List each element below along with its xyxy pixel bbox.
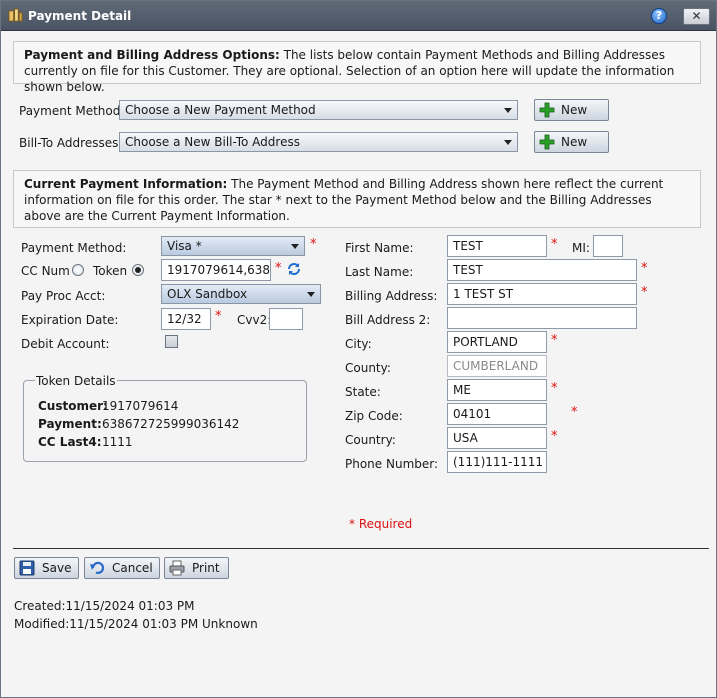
save-button[interactable]: Save <box>14 557 79 579</box>
last-name-field[interactable]: TEST <box>447 259 637 281</box>
bill-address-2-field[interactable] <box>447 307 637 329</box>
debit-checkbox[interactable] <box>165 335 178 348</box>
pay-proc-value: OLX Sandbox <box>167 287 248 301</box>
new-payment-method-button[interactable]: New <box>534 99 609 121</box>
new-bill-to-button[interactable]: New <box>534 131 609 153</box>
required-star: * <box>571 405 578 420</box>
pay-proc-label: Pay Proc Acct: <box>21 289 106 303</box>
expiration-field[interactable]: 12/32 <box>161 308 211 330</box>
cancel-label: Cancel <box>112 561 153 575</box>
required-star: * <box>641 261 648 276</box>
token-field[interactable]: 1917079614,63867 <box>161 259 271 281</box>
chevron-down-icon <box>504 140 512 145</box>
mi-label: MI: <box>572 241 590 255</box>
payment-method-dropdown[interactable]: Visa * <box>161 236 305 256</box>
refresh-icon[interactable] <box>286 261 302 277</box>
options-info-heading: Payment and Billing Address Options: <box>24 48 280 62</box>
city-field[interactable]: PORTLAND <box>447 331 547 353</box>
print-button[interactable]: Print <box>164 557 229 579</box>
billing-address-label: Billing Address: <box>345 289 438 303</box>
close-button[interactable]: ✕ <box>683 8 710 25</box>
token-radio[interactable] <box>132 264 144 276</box>
token-details-legend: Token Details <box>35 374 117 388</box>
phone-field[interactable]: (111)111-1111 <box>447 451 547 473</box>
zip-field[interactable]: 04101 <box>447 403 547 425</box>
billing-address-field[interactable]: 1 TEST ST <box>447 283 637 305</box>
cc-num-label: CC Num <box>21 264 70 278</box>
chevron-down-icon <box>291 244 299 249</box>
cvv-field[interactable] <box>269 308 303 330</box>
cc-last4-value: 1111 <box>102 435 133 449</box>
print-label: Print <box>192 561 220 575</box>
chevron-down-icon <box>504 108 512 113</box>
required-star: * <box>310 237 317 252</box>
pay-proc-dropdown[interactable]: OLX Sandbox <box>161 284 321 304</box>
new-payment-method-label: New <box>561 103 588 117</box>
first-name-label: First Name: <box>345 241 414 255</box>
new-bill-to-label: New <box>561 135 588 149</box>
city-label: City: <box>345 337 372 351</box>
required-star: * <box>551 237 558 252</box>
county-field: CUMBERLAND <box>447 355 547 377</box>
plus-icon <box>539 102 555 118</box>
payment-detail-window: Payment Detail ? ✕ Payment and Billing A… <box>0 0 717 698</box>
customer-label: Customer: <box>38 399 108 413</box>
chevron-down-icon <box>307 292 315 297</box>
payment-method-select[interactable]: Choose a New Payment Method <box>119 100 518 120</box>
required-star: * <box>551 381 558 396</box>
current-info-heading: Current Payment Information: <box>24 177 228 191</box>
printer-icon <box>169 560 185 576</box>
country-field[interactable]: USA <box>447 427 547 449</box>
help-icon[interactable]: ? <box>651 8 667 24</box>
customer-value: 1917079614 <box>102 399 179 413</box>
current-info-panel: Current Payment Information: The Payment… <box>13 170 701 228</box>
undo-icon <box>90 561 105 575</box>
zip-label: Zip Code: <box>345 409 403 423</box>
first-name-field[interactable]: TEST <box>447 235 547 257</box>
required-star: * <box>551 333 558 348</box>
state-field[interactable]: ME <box>447 379 547 401</box>
modified-text: Modified:11/15/2024 01:03 PM Unknown <box>14 617 258 631</box>
county-label: County: <box>345 361 391 375</box>
options-info-panel: Payment and Billing Address Options: The… <box>13 41 701 94</box>
payment-method-label: Payment Method: <box>21 241 127 255</box>
bill-to-select[interactable]: Choose a New Bill-To Address <box>119 132 518 152</box>
required-star: * <box>641 285 648 300</box>
cancel-button[interactable]: Cancel <box>84 557 160 579</box>
plus-icon <box>539 134 555 150</box>
cvv-label: Cvv2: <box>237 313 272 327</box>
required-star: * <box>275 261 282 276</box>
phone-label: Phone Number: <box>345 457 439 471</box>
expiration-label: Expiration Date: <box>21 313 119 327</box>
country-label: Country: <box>345 433 396 447</box>
payment-label: Payment: <box>38 417 102 431</box>
created-text: Created:11/15/2024 01:03 PM <box>14 599 195 613</box>
required-note: * Required <box>349 517 413 531</box>
token-label: Token <box>93 264 128 278</box>
payment-value: 638672725999036142 <box>102 417 240 431</box>
debit-label: Debit Account: <box>21 337 110 351</box>
cc-num-radio[interactable] <box>72 264 84 276</box>
floppy-disk-icon <box>19 560 35 576</box>
bill-to-select-label: Bill-To Addresses: <box>19 136 123 150</box>
save-label: Save <box>42 561 72 575</box>
payment-method-select-label: Payment Method: <box>19 104 125 118</box>
title-bar[interactable]: Payment Detail ? ✕ <box>1 1 716 31</box>
cc-last4-label: CC Last4: <box>38 435 102 449</box>
app-icon <box>8 8 23 22</box>
required-star: * <box>215 309 222 324</box>
bill-address-2-label: Bill Address 2: <box>345 313 431 327</box>
last-name-label: Last Name: <box>345 265 414 279</box>
bill-to-select-value: Choose a New Bill-To Address <box>125 135 300 149</box>
payment-method-value: Visa * <box>167 239 202 253</box>
payment-method-select-value: Choose a New Payment Method <box>125 103 316 117</box>
state-label: State: <box>345 385 381 399</box>
window-title: Payment Detail <box>28 9 132 23</box>
mi-field[interactable] <box>593 235 623 257</box>
required-star: * <box>551 429 558 444</box>
divider <box>13 548 709 549</box>
